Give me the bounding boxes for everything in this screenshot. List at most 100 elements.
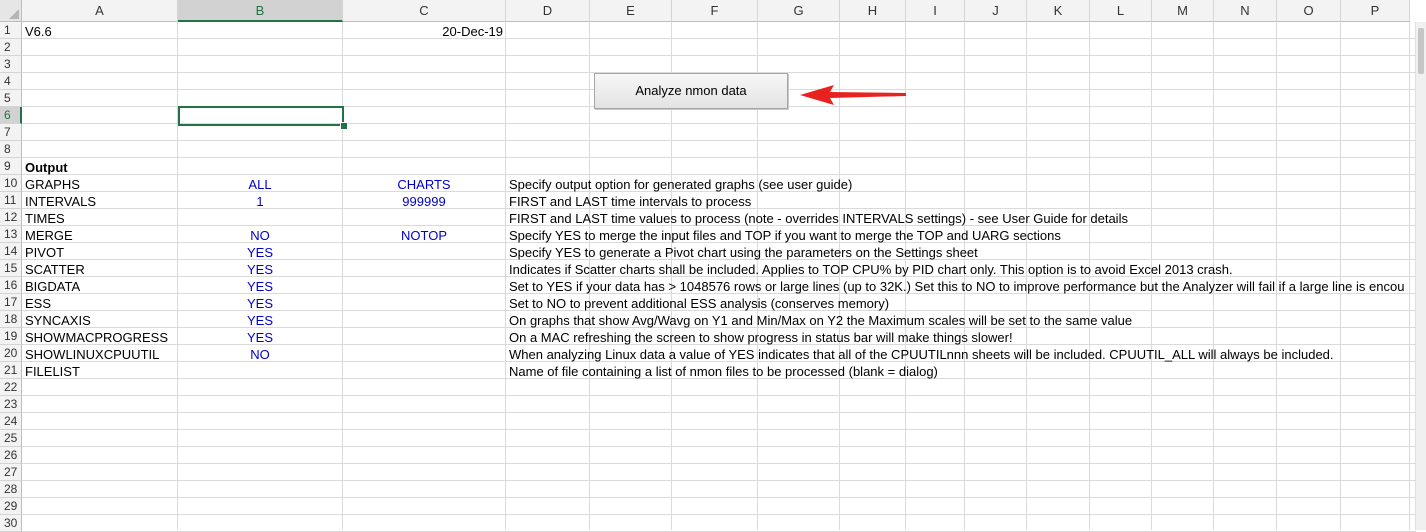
column-header-n[interactable]: N	[1214, 0, 1277, 22]
setting-value-b-showmacprogress[interactable]: YES	[178, 329, 342, 346]
setting-value-b-pivot[interactable]: YES	[178, 244, 342, 261]
row-header-4[interactable]: 4	[0, 73, 22, 90]
row-header-28[interactable]: 28	[0, 481, 22, 498]
column-header-i[interactable]: I	[906, 0, 965, 22]
gridline-horizontal	[22, 174, 1416, 175]
cell-a9-output-label[interactable]: Output	[22, 159, 180, 176]
row-header-9[interactable]: 9	[0, 158, 22, 175]
row-header-2[interactable]: 2	[0, 39, 22, 56]
setting-name-ess[interactable]: ESS	[22, 295, 180, 312]
scrollbar-thumb[interactable]	[1418, 28, 1424, 74]
setting-value-b-syncaxis[interactable]: YES	[178, 312, 342, 329]
setting-name-bigdata[interactable]: BIGDATA	[22, 278, 180, 295]
fill-handle[interactable]	[340, 122, 348, 130]
setting-value-b-scatter[interactable]: YES	[178, 261, 342, 278]
row-header-26[interactable]: 26	[0, 447, 22, 464]
column-header-j[interactable]: J	[965, 0, 1027, 22]
setting-name-showmacprogress[interactable]: SHOWMACPROGRESS	[22, 329, 180, 346]
row-header-22[interactable]: 22	[0, 379, 22, 396]
gridline-horizontal	[22, 55, 1416, 56]
row-header-30[interactable]: 30	[0, 515, 22, 532]
setting-name-scatter[interactable]: SCATTER	[22, 261, 180, 278]
setting-value-b-merge[interactable]: NO	[178, 227, 342, 244]
column-header-d[interactable]: D	[506, 0, 590, 22]
setting-value-b-ess[interactable]: YES	[178, 295, 342, 312]
column-header-k[interactable]: K	[1027, 0, 1090, 22]
row-header-18[interactable]: 18	[0, 311, 22, 328]
setting-value-b-graphs[interactable]: ALL	[178, 176, 342, 193]
row-header-23[interactable]: 23	[0, 396, 22, 413]
setting-name-merge[interactable]: MERGE	[22, 227, 180, 244]
setting-description-times[interactable]: FIRST and LAST time values to process (n…	[506, 210, 1417, 227]
setting-name-intervals[interactable]: INTERVALS	[22, 193, 180, 210]
setting-name-graphs[interactable]: GRAPHS	[22, 176, 180, 193]
column-header-e[interactable]: E	[590, 0, 672, 22]
setting-description-graphs[interactable]: Specify output option for generated grap…	[506, 176, 1417, 193]
row-header-20[interactable]: 20	[0, 345, 22, 362]
setting-description-pivot[interactable]: Specify YES to generate a Pivot chart us…	[506, 244, 1417, 261]
setting-value-b-bigdata[interactable]: YES	[178, 278, 342, 295]
setting-value-c-graphs[interactable]: CHARTS	[343, 176, 505, 193]
gridline-horizontal	[22, 497, 1416, 498]
row-header-12[interactable]: 12	[0, 209, 22, 226]
cell-c1-date[interactable]: 20-Dec-19	[343, 23, 505, 40]
cell-a1-version[interactable]: V6.6	[22, 23, 180, 40]
row-header-6[interactable]: 6	[0, 107, 22, 124]
gridline-horizontal	[22, 480, 1416, 481]
row-header-5[interactable]: 5	[0, 90, 22, 107]
active-cell-b6[interactable]	[178, 106, 344, 126]
spreadsheet: ABCDEFGHIJKLMNOP 1 2 3 4 5 6 7 8 9 10 11 12 13 14 15 16…	[0, 0, 1426, 532]
setting-value-b-intervals[interactable]: 1	[178, 193, 342, 210]
column-header-g[interactable]: G	[758, 0, 840, 22]
column-header-b[interactable]: B	[178, 0, 343, 22]
setting-description-intervals[interactable]: FIRST and LAST time intervals to process	[506, 193, 1417, 210]
column-header-o[interactable]: O	[1277, 0, 1341, 22]
setting-name-syncaxis[interactable]: SYNCAXIS	[22, 312, 180, 329]
select-all-corner[interactable]	[0, 0, 22, 22]
row-header-1[interactable]: 1	[0, 22, 22, 39]
setting-description-scatter[interactable]: Indicates if Scatter charts shall be inc…	[506, 261, 1417, 278]
row-header-21[interactable]: 21	[0, 362, 22, 379]
row-header-7[interactable]: 7	[0, 124, 22, 141]
column-header-l[interactable]: L	[1090, 0, 1152, 22]
gridline-horizontal	[22, 140, 1416, 141]
setting-value-c-intervals[interactable]: 999999	[343, 193, 505, 210]
setting-value-c-merge[interactable]: NOTOP	[343, 227, 505, 244]
setting-name-times[interactable]: TIMES	[22, 210, 180, 227]
row-header-17[interactable]: 17	[0, 294, 22, 311]
row-header-15[interactable]: 15	[0, 260, 22, 277]
column-header-f[interactable]: F	[672, 0, 758, 22]
column-header-h[interactable]: H	[840, 0, 906, 22]
setting-description-showmacprogress[interactable]: On a MAC refreshing the screen to show p…	[506, 329, 1417, 346]
column-header-c[interactable]: C	[343, 0, 506, 22]
row-header-14[interactable]: 14	[0, 243, 22, 260]
setting-name-pivot[interactable]: PIVOT	[22, 244, 180, 261]
analyze-nmon-data-button[interactable]: Analyze nmon data	[594, 73, 788, 109]
setting-description-merge[interactable]: Specify YES to merge the input files and…	[506, 227, 1417, 244]
row-header-13[interactable]: 13	[0, 226, 22, 243]
setting-name-showlinuxcpuutil[interactable]: SHOWLINUXCPUUTIL	[22, 346, 180, 363]
row-header-25[interactable]: 25	[0, 430, 22, 447]
vertical-scrollbar[interactable]	[1415, 22, 1426, 530]
row-header-29[interactable]: 29	[0, 498, 22, 515]
gridline-horizontal	[22, 446, 1416, 447]
row-header-16[interactable]: 16	[0, 277, 22, 294]
setting-description-bigdata[interactable]: Set to YES if your data has > 1048576 ro…	[506, 278, 1417, 295]
column-header-p[interactable]: P	[1341, 0, 1410, 22]
row-header-8[interactable]: 8	[0, 141, 22, 158]
setting-name-filelist[interactable]: FILELIST	[22, 363, 180, 380]
row-header-19[interactable]: 19	[0, 328, 22, 345]
row-header-27[interactable]: 27	[0, 464, 22, 481]
row-header-24[interactable]: 24	[0, 413, 22, 430]
row-header-3[interactable]: 3	[0, 56, 22, 73]
setting-description-syncaxis[interactable]: On graphs that show Avg/Wavg on Y1 and M…	[506, 312, 1417, 329]
row-header-11[interactable]: 11	[0, 192, 22, 209]
gridline-horizontal	[22, 463, 1416, 464]
setting-value-b-showlinuxcpuutil[interactable]: NO	[178, 346, 342, 363]
column-header-a[interactable]: A	[22, 0, 178, 22]
row-header-10[interactable]: 10	[0, 175, 22, 192]
setting-description-ess[interactable]: Set to NO to prevent additional ESS anal…	[506, 295, 1417, 312]
setting-description-filelist[interactable]: Name of file containing a list of nmon f…	[506, 363, 1417, 380]
setting-description-showlinuxcpuutil[interactable]: When analyzing Linux data a value of YES…	[506, 346, 1417, 363]
column-header-m[interactable]: M	[1152, 0, 1214, 22]
